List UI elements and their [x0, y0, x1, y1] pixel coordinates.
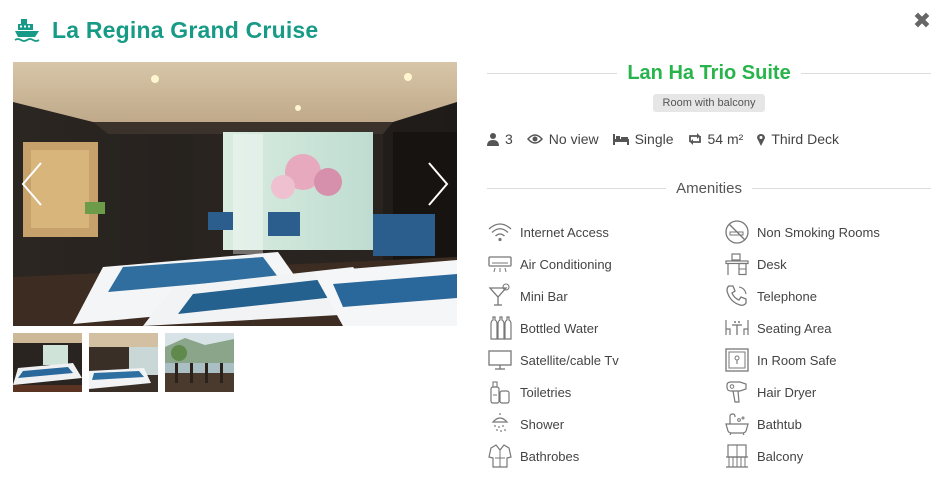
- amenities-list: Internet Access Non Smoking Rooms Air Co…: [487, 216, 931, 472]
- amenity-label: Shower: [520, 416, 565, 432]
- spec-view-value: No view: [548, 131, 599, 147]
- amenity-non-smoking: Non Smoking Rooms: [724, 216, 931, 248]
- amenity-label: Internet Access: [520, 224, 609, 240]
- amenity-label: Toiletries: [520, 384, 572, 400]
- modal-header: La Regina Grand Cruise: [14, 14, 318, 46]
- close-icon[interactable]: ✖: [912, 10, 932, 32]
- spec-bed: Single: [612, 131, 674, 147]
- eye-icon: [526, 134, 543, 144]
- amenity-air-conditioning: Air Conditioning: [487, 248, 724, 280]
- divider: [751, 187, 932, 189]
- safe-icon: [724, 347, 750, 373]
- seating-icon: [724, 315, 750, 341]
- hair-dryer-icon: [724, 379, 750, 405]
- amenity-mini-bar: Mini Bar: [487, 280, 724, 312]
- divider: [800, 72, 932, 74]
- resize-icon: [688, 133, 701, 145]
- amenity-label: Satellite/cable Tv: [520, 352, 619, 368]
- spec-view: No view: [526, 131, 599, 147]
- thumbnail-1[interactable]: [13, 333, 82, 392]
- prev-photo-arrow[interactable]: [17, 159, 47, 209]
- user-icon: [487, 133, 499, 146]
- toiletries-icon: [487, 379, 513, 405]
- amenity-toiletries: Toiletries: [487, 376, 724, 408]
- amenity-bathrobes: Bathrobes: [487, 440, 724, 472]
- amenity-internet: Internet Access: [487, 216, 724, 248]
- spec-guests: 3: [487, 131, 513, 147]
- amenity-label: Desk: [757, 256, 787, 272]
- amenity-hair-dryer: Hair Dryer: [724, 376, 931, 408]
- bathrobe-icon: [487, 443, 513, 469]
- air-conditioner-icon: [487, 251, 513, 277]
- amenity-safe: In Room Safe: [724, 344, 931, 376]
- amenity-label: In Room Safe: [757, 352, 837, 368]
- amenity-shower: Shower: [487, 408, 724, 440]
- bed-icon: [612, 134, 629, 145]
- amenity-label: Telephone: [757, 288, 817, 304]
- main-room-photo: [13, 62, 457, 326]
- amenity-label: Mini Bar: [520, 288, 568, 304]
- spec-size: 54 m²: [688, 131, 744, 147]
- amenity-label: Seating Area: [757, 320, 832, 336]
- thumbnail-2[interactable]: [89, 333, 158, 392]
- cocktail-icon: [487, 283, 513, 309]
- amenities-heading-row: Amenities: [487, 178, 932, 198]
- amenity-label: Non Smoking Rooms: [757, 224, 880, 240]
- room-title-row: Lan Ha Trio Suite: [487, 61, 932, 84]
- ship-icon: [14, 17, 40, 43]
- room-type-badge: Room with balcony: [652, 94, 766, 112]
- wifi-icon: [487, 219, 513, 245]
- amenities-heading: Amenities: [676, 179, 742, 197]
- spec-size-value: 54 m²: [707, 131, 744, 147]
- spec-guests-value: 3: [505, 131, 513, 147]
- room-specs: 3 No view Single 54 m² Third Deck: [487, 130, 931, 148]
- bottles-icon: [487, 315, 513, 341]
- amenity-tv: Satellite/cable Tv: [487, 344, 724, 376]
- cruise-title: La Regina Grand Cruise: [52, 16, 319, 43]
- amenity-seating-area: Seating Area: [724, 312, 931, 344]
- next-photo-arrow[interactable]: [423, 159, 453, 209]
- room-name: Lan Ha Trio Suite: [627, 61, 791, 84]
- amenity-label: Bathtub: [757, 416, 802, 432]
- divider: [487, 187, 667, 189]
- shower-icon: [487, 411, 513, 437]
- amenity-label: Bottled Water: [520, 320, 599, 336]
- bathtub-icon: [724, 411, 750, 437]
- telephone-icon: [724, 283, 750, 309]
- amenity-label: Balcony: [757, 448, 804, 464]
- amenity-label: Bathrobes: [520, 448, 580, 464]
- room-details: Lan Ha Trio Suite Room with balcony 3 No…: [487, 61, 932, 472]
- thumbnail-strip: [13, 333, 457, 392]
- amenity-desk: Desk: [724, 248, 931, 280]
- amenity-balcony: Balcony: [724, 440, 931, 472]
- spec-deck: Third Deck: [757, 131, 839, 147]
- map-marker-icon: [757, 133, 766, 146]
- desk-icon: [724, 251, 750, 277]
- thumbnail-3[interactable]: [165, 333, 234, 392]
- amenity-label: Air Conditioning: [520, 256, 612, 272]
- amenity-telephone: Telephone: [724, 280, 931, 312]
- tv-icon: [487, 347, 513, 373]
- spec-bed-value: Single: [634, 131, 674, 147]
- amenity-bathtub: Bathtub: [724, 408, 931, 440]
- divider: [487, 72, 618, 74]
- photo-gallery: [13, 62, 457, 392]
- amenity-label: Hair Dryer: [757, 384, 817, 400]
- no-smoking-icon: [724, 219, 750, 245]
- balcony-icon: [724, 443, 750, 469]
- spec-deck-value: Third Deck: [771, 131, 839, 147]
- amenity-bottled-water: Bottled Water: [487, 312, 724, 344]
